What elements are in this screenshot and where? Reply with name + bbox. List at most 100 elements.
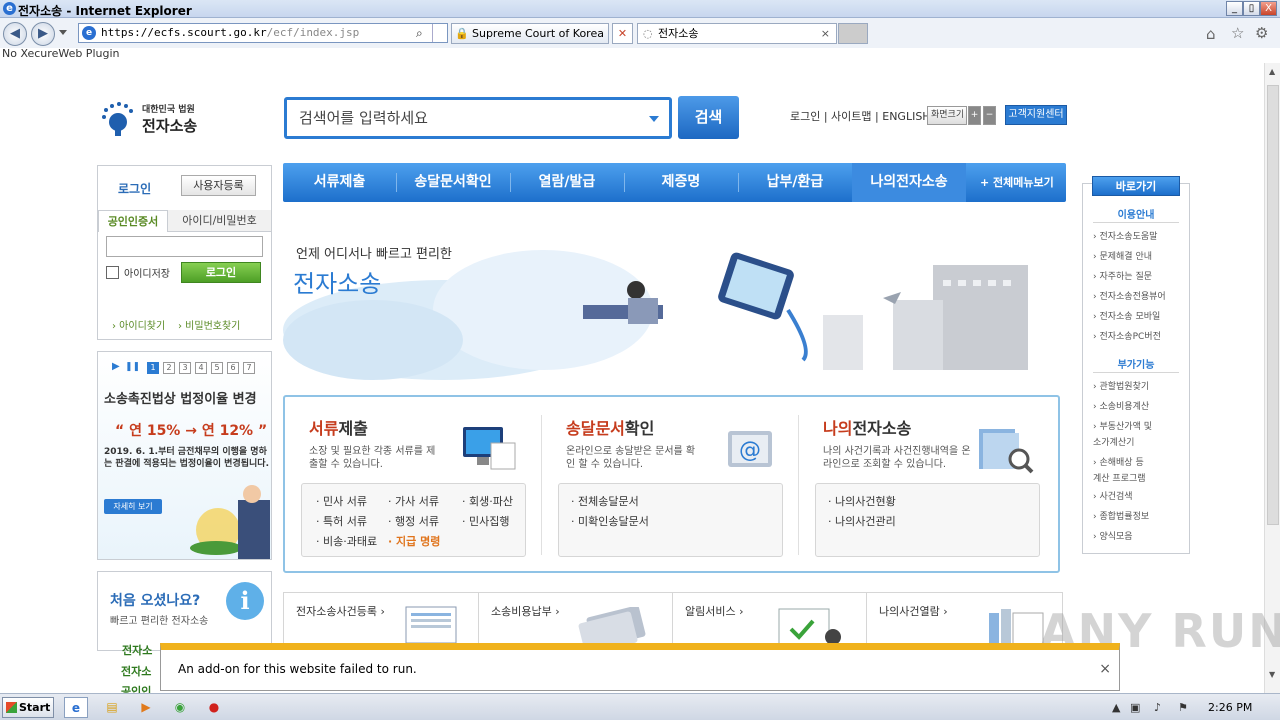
quick-link[interactable]: › 손해배상 등 (1093, 455, 1144, 472)
nav-my-ecourt[interactable]: 나의전자소송 (852, 163, 966, 202)
register-button[interactable]: 사용자등록 (181, 175, 256, 196)
taskbar-media-icon[interactable]: ▶ (134, 697, 158, 718)
tray-flag-icon[interactable]: ⚑ (1178, 701, 1188, 714)
nav-certificates[interactable]: 제증명 (624, 163, 738, 202)
link-my-case-status[interactable]: · 나의사건현황 (828, 493, 896, 509)
play-icon[interactable]: ▶ (112, 361, 120, 372)
support-center-button[interactable]: 고객지원센터 (1005, 105, 1067, 125)
card-my-case-view[interactable]: 나의사건열람 › (867, 593, 1063, 648)
nav-all-menu[interactable]: + 전체메뉴보기 (980, 163, 1054, 202)
minimize-button[interactable]: _ (1226, 1, 1243, 16)
banner-page-6[interactable]: 6 (227, 362, 239, 374)
quick-link[interactable]: › 전자소송전용뷰어 (1093, 289, 1166, 306)
stop-icon[interactable]: ✕ (612, 23, 633, 44)
restore-button[interactable]: ▯ (1243, 1, 1260, 16)
new-tab-button[interactable] (838, 23, 868, 44)
banner-page-3[interactable]: 3 (179, 362, 191, 374)
quick-link[interactable]: › 전자소송도움말 (1093, 229, 1157, 246)
save-id-checkbox[interactable] (106, 266, 119, 279)
back-button[interactable]: ◀ (3, 22, 27, 46)
quick-link[interactable]: › 양식모음 (1093, 529, 1133, 546)
font-plus-button[interactable]: + (968, 106, 981, 125)
favorites-icon[interactable]: ☆ (1231, 24, 1244, 42)
tab-close-icon[interactable]: × (821, 24, 830, 43)
card-notification-service[interactable]: 알림서비스 › (673, 593, 867, 648)
quick-link[interactable]: › 부동산가액 및 (1093, 419, 1152, 436)
banner-page-2[interactable]: 2 (163, 362, 175, 374)
quick-link[interactable]: › 전자소송PC버전 (1093, 329, 1161, 346)
quick-link[interactable]: › 소송비용계산 (1093, 399, 1149, 416)
link-rehab-bankrupt[interactable]: · 회생·파산 (462, 493, 513, 509)
font-minus-button[interactable]: − (983, 106, 996, 125)
vertical-scrollbar[interactable]: ▲ ▼ (1264, 63, 1280, 693)
site-logo[interactable]: 대한민국 법원 전자소송 (100, 100, 210, 140)
card-case-register[interactable]: 전자소송사건등록 › (284, 593, 479, 648)
start-button[interactable]: Start (2, 697, 54, 718)
scroll-thumb[interactable] (1267, 85, 1279, 525)
taskbar-ie-icon[interactable]: e (64, 697, 88, 718)
tab-id-password[interactable]: 아이디/비밀번호 (168, 210, 271, 232)
nav-payment-refund[interactable]: 납부/환급 (738, 163, 852, 202)
quick-link[interactable]: 소가계산기 (1093, 435, 1134, 452)
search-input[interactable]: 검색어를 입력하세요 (284, 97, 672, 139)
search-button[interactable]: 검색 (678, 96, 739, 139)
quick-link[interactable]: › 자주하는 질문 (1093, 269, 1152, 286)
nav-service-check[interactable]: 송달문서확인 (396, 163, 510, 202)
taskbar-explorer-icon[interactable]: ▤ (100, 697, 124, 718)
address-dropdown-icon[interactable] (432, 24, 446, 42)
link-patent-docs[interactable]: · 특허 서류 (316, 513, 367, 529)
home-icon[interactable]: ⌂ (1206, 25, 1216, 43)
first-visit-item[interactable]: 전자소 (121, 663, 151, 679)
banner-page-7[interactable]: 7 (243, 362, 255, 374)
search-page-icon[interactable]: ⌕ (416, 26, 423, 41)
search-dropdown-icon[interactable] (649, 116, 659, 122)
cert-tab[interactable]: 🔒 Supreme Court of Korea [... (451, 23, 609, 44)
link-civil-docs[interactable]: · 민사 서류 (316, 493, 367, 509)
quick-link[interactable]: 계산 프로그램 (1093, 471, 1146, 488)
banner-more-button[interactable]: 자세히 보기 (104, 499, 162, 514)
nav-document-submit[interactable]: 서류제출 (283, 163, 396, 202)
taskbar-security-icon[interactable]: ● (202, 697, 226, 718)
quick-link[interactable]: › 종합법률정보 (1093, 509, 1149, 526)
banner-page-4[interactable]: 4 (195, 362, 207, 374)
quick-link[interactable]: › 사건검색 (1093, 489, 1133, 506)
tray-network-icon[interactable]: ▣ (1130, 701, 1140, 714)
nav-view-issue[interactable]: 열람/발급 (510, 163, 624, 202)
address-bar[interactable]: https://ecfs.scourt.go.kr/ecf/index.jsp (78, 23, 448, 43)
tab-certificate[interactable]: 공인인증서 (98, 210, 168, 232)
tools-gear-icon[interactable]: ⚙ (1255, 24, 1268, 42)
service-description: 온라인으로 송달받은 문서를 확인 할 수 있습니다. (566, 446, 696, 470)
history-dropdown-icon[interactable] (59, 30, 67, 35)
tray-volume-icon[interactable]: ♪ (1154, 701, 1161, 714)
find-id-link[interactable]: › 아이디찾기 (112, 317, 165, 332)
scroll-up-icon[interactable]: ▲ (1269, 67, 1275, 76)
link-payment-order[interactable]: · 지급 명령 (388, 533, 440, 549)
forward-button[interactable]: ▶ (31, 22, 55, 46)
link-civil-execution[interactable]: · 민사집행 (462, 513, 509, 529)
scroll-down-icon[interactable]: ▼ (1269, 670, 1275, 679)
find-password-link[interactable]: › 비밀번호찾기 (178, 317, 240, 332)
close-button[interactable]: X (1260, 1, 1277, 16)
quick-link[interactable]: › 문제해결 안내 (1093, 249, 1152, 266)
link-my-case-manage[interactable]: · 나의사건관리 (828, 513, 896, 529)
notification-close-icon[interactable]: × (1099, 661, 1111, 677)
quick-menu-header: 바로가기 (1092, 176, 1180, 196)
quick-link[interactable]: › 관할법원찾기 (1093, 379, 1149, 396)
link-all-delivered[interactable]: · 전체송달문서 (571, 493, 639, 509)
link-family-docs[interactable]: · 가사 서류 (388, 493, 439, 509)
page-tab[interactable]: ◌ 전자소송 × (637, 23, 837, 44)
login-input[interactable] (106, 236, 263, 257)
banner-page-5[interactable]: 5 (211, 362, 223, 374)
card-fee-payment[interactable]: 소송비용납부 › (479, 593, 673, 648)
taskbar-chrome-icon[interactable]: ◉ (168, 697, 192, 718)
login-button[interactable]: 로그인 (181, 262, 261, 283)
link-admin-docs[interactable]: · 행정 서류 (388, 513, 439, 529)
top-links[interactable]: 로그인 | 사이트맵 | ENGLISH (790, 108, 931, 124)
link-noncontentious[interactable]: · 비송·과태료 (316, 533, 377, 549)
banner-page-1[interactable]: 1 (147, 362, 159, 374)
pause-icon[interactable]: ❚❚ (125, 362, 140, 372)
link-unconfirmed-delivered[interactable]: · 미확인송달문서 (571, 513, 649, 529)
first-visit-item[interactable]: 전자소 (122, 642, 152, 658)
quick-link[interactable]: › 전자소송 모바일 (1093, 309, 1160, 326)
tray-expand-icon[interactable]: ▲ (1112, 701, 1120, 714)
